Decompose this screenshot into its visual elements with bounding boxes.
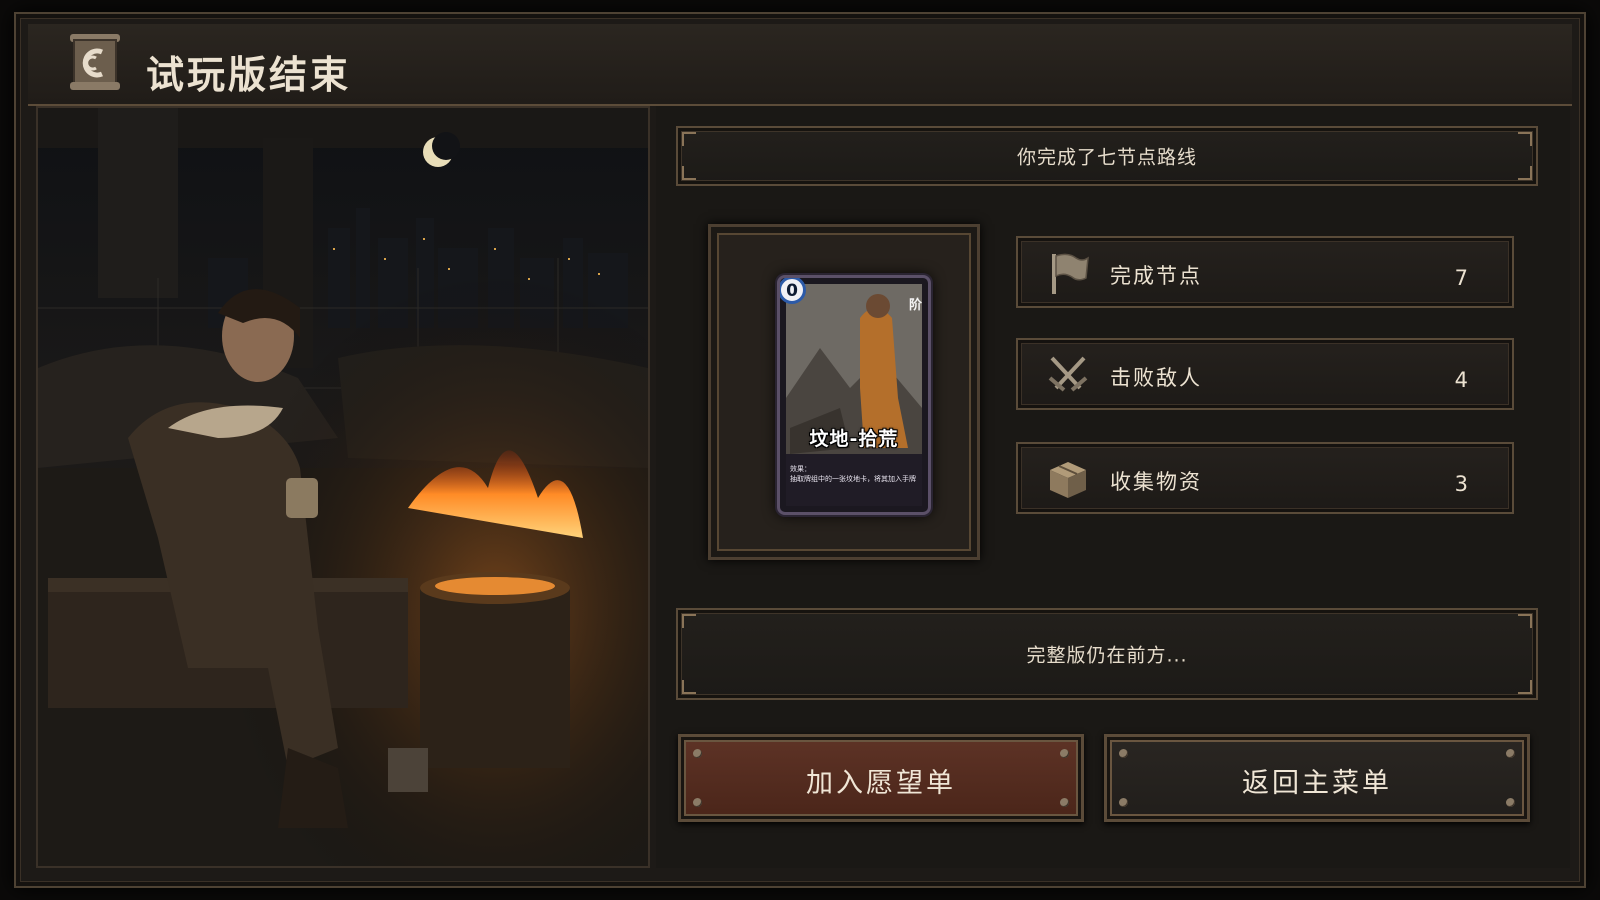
stat-row-supplies: 收集物资 3 (1016, 442, 1514, 514)
featured-card[interactable]: 0 阶 坟地-拾荒 效果： 抽取牌组中的一张坟地卡，将其加入手牌 (777, 275, 931, 515)
stat-label: 完成节点 (1110, 264, 1202, 288)
supply-crate-icon (1046, 456, 1090, 502)
stat-label: 收集物资 (1110, 470, 1202, 494)
page-title: 试玩版结束 (146, 53, 352, 97)
summary-text: 你完成了七节点路线 (1016, 146, 1197, 169)
main-menu-label: 返回主菜单 (1242, 768, 1392, 799)
demo-end-dialog: 试玩版结束 你完成了七节点路线 0 阶 坟地-拾荒 效果： 抽取牌组中的一张坟地… (14, 12, 1586, 888)
results-panel: 你完成了七节点路线 0 阶 坟地-拾荒 效果： 抽取牌组中的一张坟地卡，将其加入… (656, 106, 1570, 868)
stat-value: 7 (1454, 266, 1468, 290)
message-text: 完整版仍在前方... (1026, 644, 1188, 667)
scroll-emblem-icon (66, 30, 124, 94)
card-display-frame: 0 阶 坟地-拾荒 效果： 抽取牌组中的一张坟地卡，将其加入手牌 (708, 224, 980, 560)
card-rank-label: 阶 (908, 298, 922, 313)
return-main-menu-button[interactable]: 返回主菜单 (1104, 734, 1530, 822)
stat-row-nodes: 完成节点 7 (1016, 236, 1514, 308)
add-to-wishlist-button[interactable]: 加入愿望单 (678, 734, 1084, 822)
campfire-illustration (36, 106, 650, 868)
card-effect: 效果： 抽取牌组中的一张坟地卡，将其加入手牌 (790, 464, 920, 484)
card-cost-badge: 0 (780, 278, 806, 304)
wishlist-label: 加入愿望单 (806, 768, 956, 799)
card-effect-label: 效果： (790, 465, 811, 473)
title-bar: 试玩版结束 (28, 24, 1572, 106)
stat-value: 4 (1454, 368, 1468, 392)
flag-icon (1046, 250, 1090, 296)
stat-value: 3 (1454, 472, 1468, 496)
stat-row-enemies: 击败敌人 4 (1016, 338, 1514, 410)
card-effect-text: 抽取牌组中的一张坟地卡，将其加入手牌 (790, 475, 916, 483)
crossed-swords-icon (1046, 352, 1090, 398)
stat-label: 击败敌人 (1110, 366, 1202, 390)
summary-banner: 你完成了七节点路线 (676, 126, 1538, 186)
card-name: 坟地-拾荒 (809, 428, 899, 450)
message-banner: 完整版仍在前方... (676, 608, 1538, 700)
